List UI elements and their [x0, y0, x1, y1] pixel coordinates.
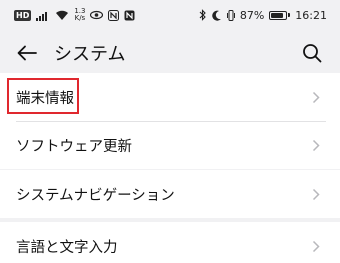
battery-tip	[288, 13, 291, 17]
chevron-right-icon	[310, 138, 322, 152]
page-title: システム	[54, 44, 126, 65]
battery-icon	[269, 10, 291, 20]
battery-body	[269, 10, 288, 20]
settings-item-language-input[interactable]: 言語と文字入力	[0, 222, 340, 263]
network-speed-unit: K/s	[74, 14, 86, 22]
vibrate-icon	[226, 9, 235, 21]
eye-icon	[90, 10, 104, 20]
arrow-left-icon	[17, 45, 37, 61]
notification-icon	[124, 10, 135, 20]
settings-item-label: 言語と文字入力	[16, 239, 118, 256]
chevron-right-icon	[310, 90, 322, 104]
do-not-disturb-moon-icon	[212, 10, 221, 21]
settings-item-software-update[interactable]: ソフトウェア更新	[0, 121, 340, 169]
settings-item-system-navigation[interactable]: システムナビゲーション	[0, 170, 340, 218]
settings-item-label: システムナビゲーション	[16, 187, 175, 204]
nfc-icon	[108, 9, 120, 21]
back-button[interactable]	[14, 40, 40, 66]
chevron-right-icon	[310, 239, 322, 253]
wifi-icon	[56, 10, 69, 20]
chevron-right-icon	[310, 187, 322, 201]
settings-item-about-phone[interactable]: 端末情報	[0, 73, 340, 121]
clock: 16:21	[295, 8, 327, 22]
search-icon	[303, 44, 322, 63]
settings-group-device: 端末情報 ソフトウェア更新	[0, 73, 340, 169]
status-bar-right: 87% 16:21	[199, 9, 327, 22]
cellular-signal-icon	[36, 11, 48, 21]
settings-item-label: ソフトウェア更新	[16, 138, 132, 155]
status-bar: HD 1.3 K/s 87% 16:21	[0, 0, 340, 30]
settings-group-language: 言語と文字入力	[0, 222, 340, 263]
title-bar: システム	[0, 30, 340, 76]
battery-percent: 87%	[239, 8, 265, 22]
settings-item-label: 端末情報	[16, 90, 74, 107]
status-bar-left: HD 1.3 K/s	[14, 8, 135, 22]
network-speed: 1.3 K/s	[74, 8, 85, 22]
battery-fill	[271, 12, 284, 18]
bluetooth-icon	[199, 9, 206, 21]
hd-badge: HD	[14, 9, 32, 21]
search-button[interactable]	[298, 39, 326, 67]
settings-screen: HD 1.3 K/s 87% 16:21 システム 端末情報 ソフトウェア更新 …	[0, 0, 340, 263]
settings-group-navigation: システムナビゲーション	[0, 170, 340, 218]
